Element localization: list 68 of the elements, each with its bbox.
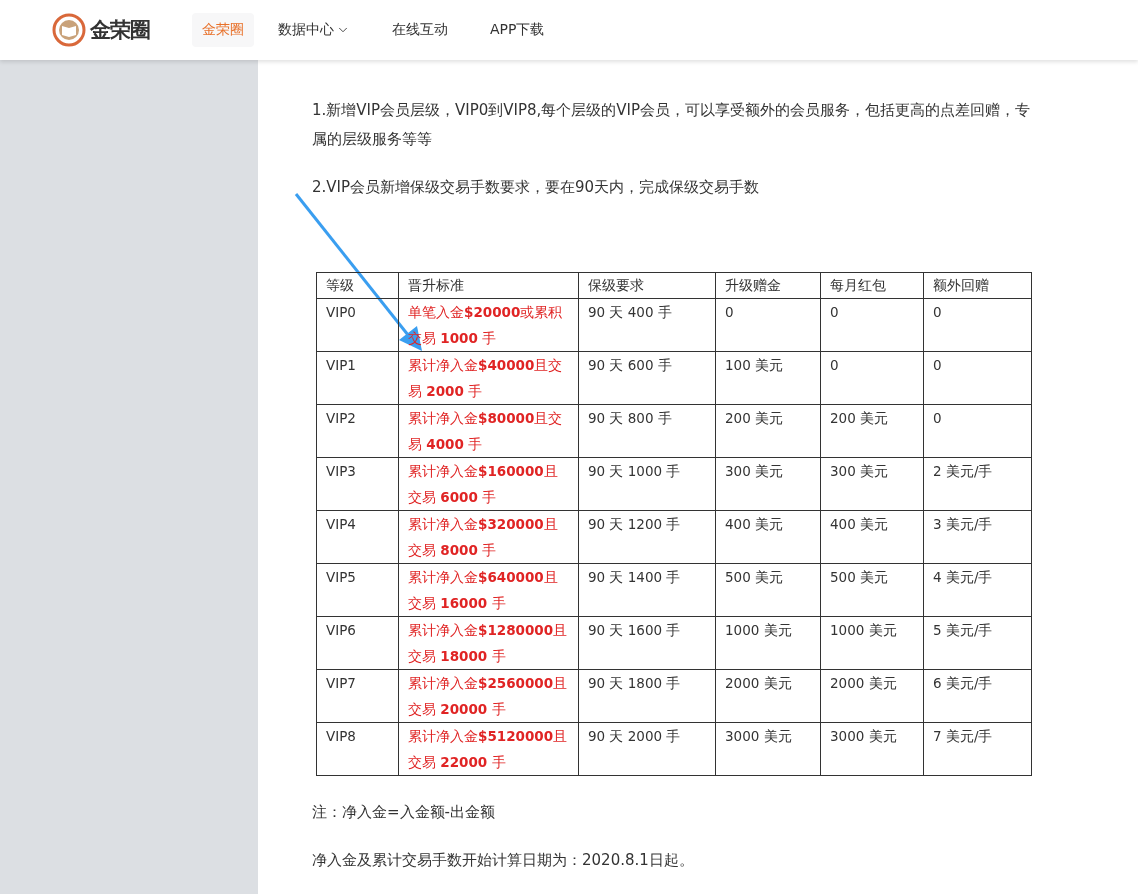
table-header-cell: 每月红包 bbox=[820, 272, 924, 299]
table-cell: 4 美元/手 bbox=[923, 563, 1032, 617]
table-cell: 500 美元 bbox=[820, 563, 924, 617]
table-cell: 累计净入金$640000且交易 16000 手 bbox=[398, 563, 579, 617]
table-cell: VIP8 bbox=[316, 722, 399, 776]
nav-link[interactable]: APP下载 bbox=[480, 13, 555, 47]
table-header-cell: 保级要求 bbox=[578, 272, 716, 299]
table-cell: 500 美元 bbox=[715, 563, 821, 617]
table-cell: 1000 美元 bbox=[820, 616, 924, 670]
table-cell: 90 天 600 手 bbox=[578, 351, 716, 405]
table-cell: 90 天 1200 手 bbox=[578, 510, 716, 564]
table-cell: 400 美元 bbox=[715, 510, 821, 564]
table-header-cell: 晋升标准 bbox=[398, 272, 579, 299]
table-cell: 0 bbox=[715, 298, 821, 352]
nav-link[interactable]: 数据中心 bbox=[268, 13, 360, 47]
table-cell: 累计净入金$160000且交易 6000 手 bbox=[398, 457, 579, 511]
table-cell: 3000 美元 bbox=[715, 722, 821, 776]
table-header-cell: 升级赠金 bbox=[715, 272, 821, 299]
table-cell: 90 天 1000 手 bbox=[578, 457, 716, 511]
table-cell: 90 天 1800 手 bbox=[578, 669, 716, 723]
table-cell: 90 天 2000 手 bbox=[578, 722, 716, 776]
table-cell: 3 美元/手 bbox=[923, 510, 1032, 564]
table-cell: 90 天 1400 手 bbox=[578, 563, 716, 617]
table-cell: VIP6 bbox=[316, 616, 399, 670]
nav-link[interactable]: 在线互动 bbox=[382, 13, 458, 47]
table-cell: 1000 美元 bbox=[715, 616, 821, 670]
table-cell: VIP4 bbox=[316, 510, 399, 564]
table-cell: 200 美元 bbox=[715, 404, 821, 458]
table-cell: 2000 美元 bbox=[715, 669, 821, 723]
paragraph: 2.VIP会员新增保级交易手数要求，要在90天内，完成保级交易手数 bbox=[312, 177, 761, 198]
table-cell: 累计净入金$1280000且交易 18000 手 bbox=[398, 616, 579, 670]
table-cell: VIP0 bbox=[316, 298, 399, 352]
table-cell: 2 美元/手 bbox=[923, 457, 1032, 511]
table-cell: 300 美元 bbox=[820, 457, 924, 511]
table-cell: VIP1 bbox=[316, 351, 399, 405]
table-cell: 300 美元 bbox=[715, 457, 821, 511]
table-cell: 0 bbox=[923, 404, 1032, 458]
note-text: 注：净入金=入金额-出金额 bbox=[312, 802, 496, 823]
table-cell: 累计净入金$320000且交易 8000 手 bbox=[398, 510, 579, 564]
table-cell: 累计净入金$5120000且交易 22000 手 bbox=[398, 722, 579, 776]
table-cell: 7 美元/手 bbox=[923, 722, 1032, 776]
paragraph: 1.新增VIP会员层级，VIP0到VIP8,每个层级的VIP会员，可以享受额外的会员服务，包括更高的点差回赠，专属的层级服务等等 bbox=[312, 100, 1032, 150]
table-cell: 90 天 800 手 bbox=[578, 404, 716, 458]
table-cell: 2000 美元 bbox=[820, 669, 924, 723]
table-cell: 0 bbox=[923, 351, 1032, 405]
table-cell: VIP3 bbox=[316, 457, 399, 511]
table-cell: 90 天 1600 手 bbox=[578, 616, 716, 670]
table-cell: 0 bbox=[820, 351, 924, 405]
table-cell: 90 天 400 手 bbox=[578, 298, 716, 352]
table-cell: VIP2 bbox=[316, 404, 399, 458]
table-cell: VIP5 bbox=[316, 563, 399, 617]
table-cell: 5 美元/手 bbox=[923, 616, 1032, 670]
table-cell: 0 bbox=[923, 298, 1032, 352]
logo-icon bbox=[52, 13, 86, 47]
table-cell: 0 bbox=[820, 298, 924, 352]
table-cell: 累计净入金$2560000且交易 20000 手 bbox=[398, 669, 579, 723]
table-cell: 200 美元 bbox=[820, 404, 924, 458]
table-header-cell: 等级 bbox=[316, 272, 399, 299]
table-cell: VIP7 bbox=[316, 669, 399, 723]
table-cell: 6 美元/手 bbox=[923, 669, 1032, 723]
table-cell: 累计净入金$80000且交易 4000 手 bbox=[398, 404, 579, 458]
table-cell: 累计净入金$40000且交易 2000 手 bbox=[398, 351, 579, 405]
table-cell: 100 美元 bbox=[715, 351, 821, 405]
table-cell: 3000 美元 bbox=[820, 722, 924, 776]
note-text: 净入金及累计交易手数开始计算日期为：2020.8.1日起。 bbox=[312, 850, 695, 871]
table-header-cell: 额外回赠 bbox=[923, 272, 1032, 299]
table-cell: 400 美元 bbox=[820, 510, 924, 564]
logo-text: 金荣圈 bbox=[90, 17, 150, 44]
